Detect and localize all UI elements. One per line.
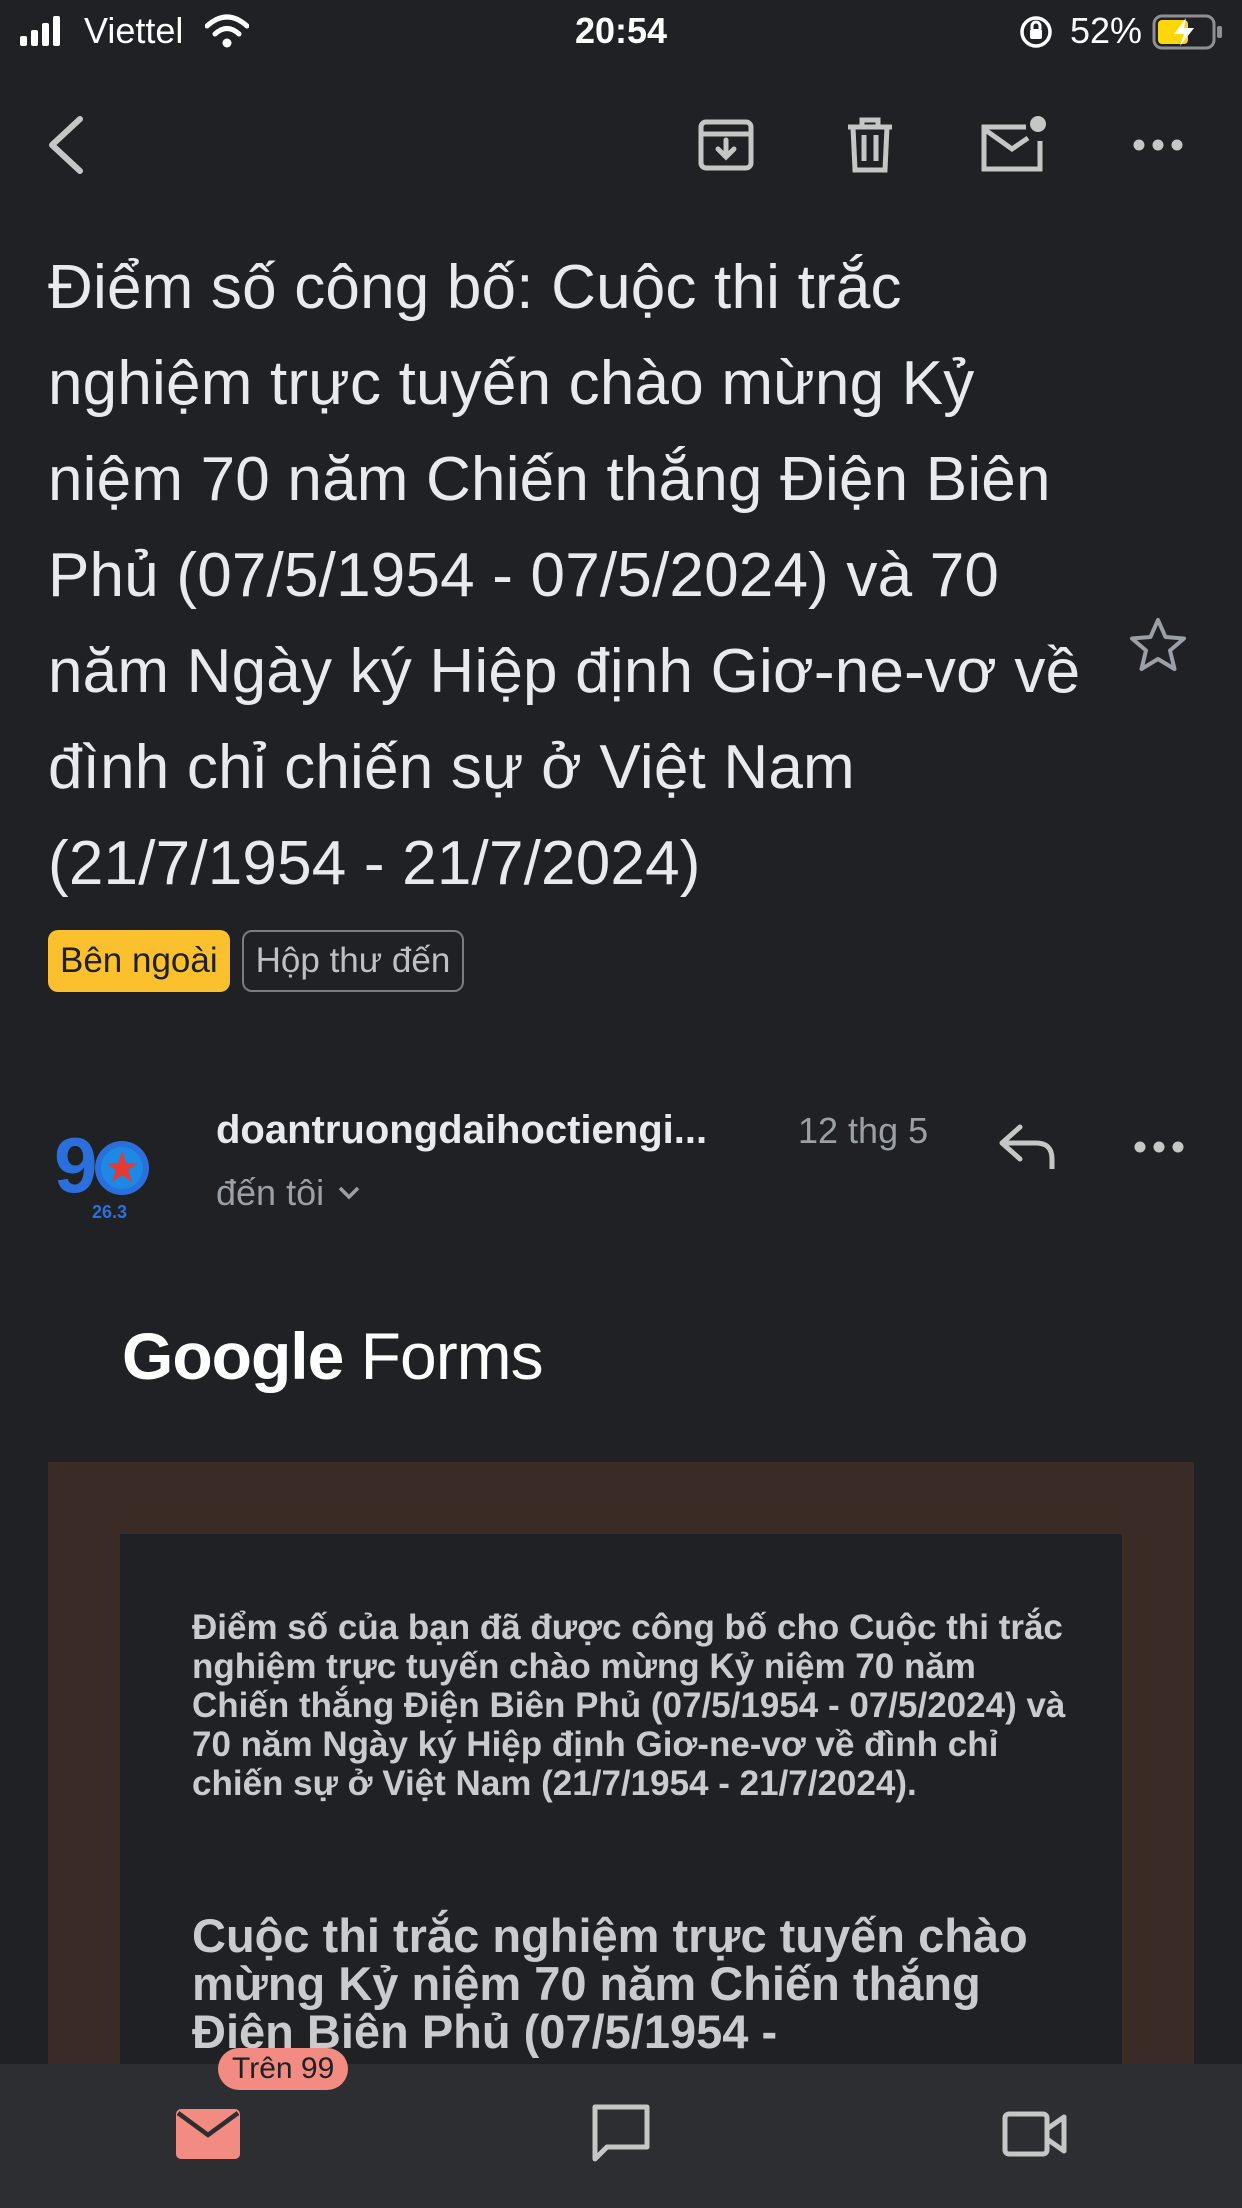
score-announcement-text: Điểm số của bạn đã được công bố cho Cuộc… — [192, 1608, 1066, 1803]
reply-button[interactable] — [984, 1104, 1070, 1190]
nav-meet[interactable] — [965, 2064, 1105, 2204]
status-bar: Viettel 20:54 52% — [0, 0, 1242, 64]
label-inbox[interactable]: Hộp thư đến — [241, 930, 465, 992]
more-options-button[interactable] — [1113, 100, 1203, 190]
video-camera-icon — [1002, 2111, 1067, 2157]
svg-text:9: 9 — [54, 1121, 97, 1209]
archive-button[interactable] — [681, 100, 771, 190]
label-external[interactable]: Bên ngoài — [48, 930, 230, 992]
recipient-toggle[interactable]: đến tôi — [216, 1172, 360, 1214]
archive-icon — [698, 119, 754, 171]
battery-percent: 52% — [1069, 10, 1142, 51]
mail-icon — [176, 2109, 240, 2159]
mark-unread-button[interactable] — [968, 100, 1058, 190]
reply-icon — [999, 1124, 1055, 1169]
message-more-button[interactable] — [1116, 1104, 1202, 1190]
chevron-down-icon — [338, 1186, 360, 1200]
sender-name[interactable]: doantruongdaihoctiengi... — [216, 1108, 707, 1153]
clock: 20:54 — [574, 10, 668, 51]
chat-icon — [592, 2104, 650, 2162]
email-date: 12 thg 5 — [798, 1110, 929, 1151]
more-horizontal-icon — [1134, 1141, 1184, 1153]
svg-text:26.3: 26.3 — [92, 1202, 127, 1222]
star-button[interactable] — [1118, 605, 1198, 685]
more-horizontal-icon — [1133, 139, 1183, 151]
orientation-lock-icon — [1020, 16, 1052, 48]
quiz-title: Cuộc thi trắc nghiệm trực tuyến chào mừn… — [192, 1909, 1028, 2058]
brand-forms: Forms — [360, 1319, 544, 1393]
delete-button[interactable] — [825, 100, 915, 190]
google-forms-logo: Google Forms — [122, 1318, 544, 1394]
nav-chat[interactable] — [551, 2064, 691, 2204]
star-icon — [1130, 618, 1186, 671]
bottom-navigation — [0, 2064, 1242, 2208]
mark-unread-icon — [981, 116, 1046, 172]
label-chips: Bên ngoài Hộp thư đến — [48, 930, 465, 992]
sender-header: 9 26.3 doantruongdaihoctiengi... 12 thg … — [0, 1100, 1242, 1240]
trash-icon — [848, 117, 892, 173]
back-button[interactable] — [22, 100, 112, 190]
back-arrow-icon — [49, 116, 83, 174]
battery-charging-icon — [1152, 14, 1222, 50]
mail-count-badge: Trên 99 — [218, 2048, 349, 2090]
recipient-label: đến tôi — [216, 1172, 325, 1213]
avatar[interactable]: 9 26.3 — [52, 1118, 162, 1228]
email-toolbar — [0, 100, 1242, 190]
brand-google: Google — [122, 1319, 344, 1393]
email-subject: Điểm số công bố: Cuộc thi trắc nghiệm tr… — [48, 253, 1081, 898]
